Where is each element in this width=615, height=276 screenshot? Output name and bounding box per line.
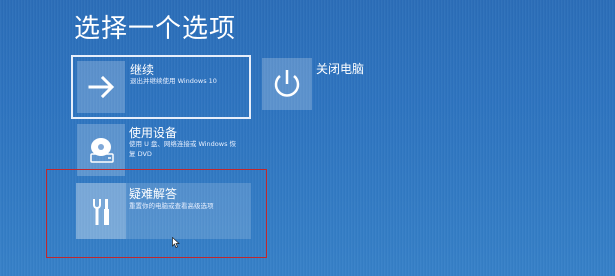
shutdown-option[interactable]: 关闭电脑 — [262, 58, 372, 114]
continue-description: 退出并继续使用 Windows 10 — [130, 77, 217, 85]
mouse-cursor-icon — [172, 233, 180, 252]
use-device-description-line1: 使用 U 盘、网络连接或 Windows 恢 — [129, 140, 237, 148]
shutdown-label: 关闭电脑 — [316, 62, 365, 76]
page-title: 选择一个选项 — [74, 14, 237, 44]
highlight-annotation-box — [46, 169, 267, 258]
use-device-description-line2: 复 DVD — [129, 150, 152, 158]
arrow-right-icon — [77, 61, 125, 113]
use-device-description: 使用 U 盘、网络连接或 Windows 恢 复 DVD — [129, 139, 236, 159]
continue-option[interactable]: 继续 退出并继续使用 Windows 10 — [71, 55, 251, 119]
power-icon — [262, 58, 312, 110]
